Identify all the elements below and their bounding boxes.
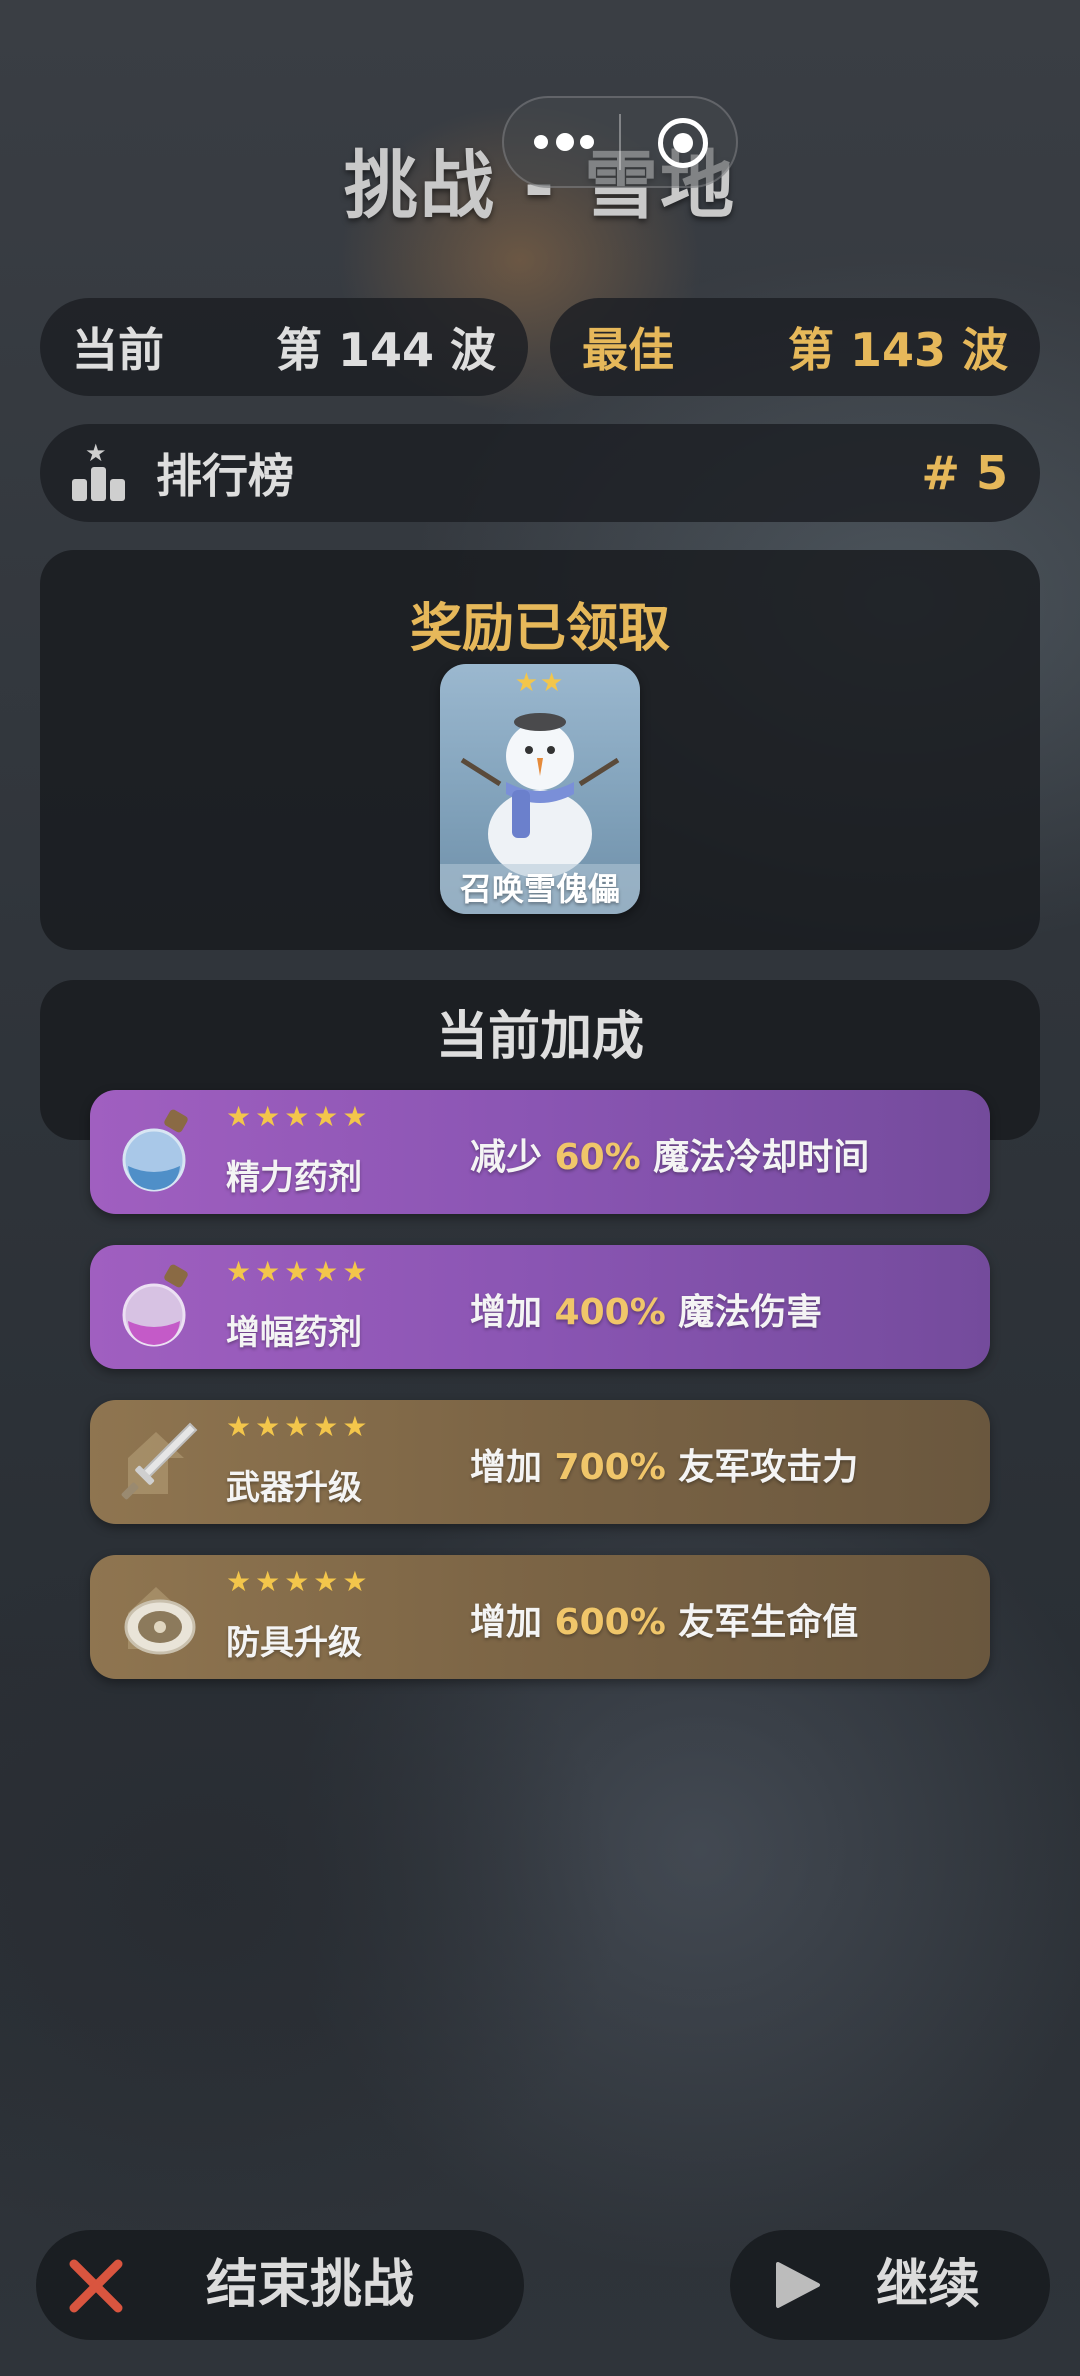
continue-button[interactable]: 继续	[730, 2230, 1050, 2340]
bonus-title: 当前加成	[435, 1007, 644, 1067]
reward-title: 奖励已领取	[409, 599, 670, 659]
reward-card-label: 召唤雪傀儡	[440, 864, 640, 914]
row-stars: ★★★★★	[226, 1410, 372, 1443]
close-icon	[69, 2259, 123, 2313]
bonus-name: 武器升级	[226, 1468, 362, 1508]
bonus-description: 减少 60% 魔法冷却时间	[470, 1137, 870, 1178]
bonus-name: 防具升级	[226, 1623, 362, 1663]
bonus-value: 700%	[554, 1447, 666, 1488]
end-challenge-button[interactable]: 结束挑战	[36, 2230, 524, 2340]
bonus-row: ★★★★★ 精力药剂 减少 60% 魔法冷却时间	[90, 1090, 990, 1214]
bonus-description: 增加 400% 魔法伤害	[470, 1292, 823, 1333]
best-wave-pill: 最佳 第 143 波	[550, 298, 1040, 396]
bonus-name: 精力药剂	[226, 1158, 362, 1198]
bonus-value: 60%	[554, 1137, 641, 1178]
sword-upgrade-icon	[121, 1422, 198, 1500]
leaderboard-rank: # 5	[921, 446, 1008, 500]
bonus-description: 增加 600% 友军生命值	[470, 1602, 859, 1643]
current-wave-value: 第 144 波	[275, 323, 496, 377]
current-label: 当前	[72, 323, 164, 377]
more-menu-icon[interactable]	[534, 132, 594, 152]
capsule-close-icon[interactable]	[658, 118, 708, 168]
leaderboard-label: 排行榜	[156, 449, 294, 503]
play-icon	[776, 2262, 820, 2308]
bonus-value: 400%	[554, 1292, 666, 1333]
current-wave-pill: 当前 第 144 波	[40, 298, 528, 396]
continue-label: 继续	[876, 2255, 981, 2315]
blue-potion-icon	[122, 1109, 188, 1192]
row-stars: ★★★★★	[226, 1565, 372, 1598]
capsule-divider	[619, 114, 621, 170]
purple-potion-icon	[122, 1264, 188, 1347]
bonus-name: 增幅药剂	[226, 1313, 362, 1353]
bonus-row: ★★★★★ 武器升级 增加 700% 友军攻击力	[90, 1400, 990, 1524]
shield-upgrade-icon	[124, 1587, 196, 1655]
leaderboard-button[interactable]: ★ 排行榜 # 5	[40, 424, 1040, 522]
row-stars: ★★★★★	[226, 1100, 372, 1133]
podium-icon: ★	[72, 439, 126, 501]
bonus-row: ★★★★★ 防具升级 增加 600% 友军生命值	[90, 1555, 990, 1679]
bonus-value: 600%	[554, 1602, 666, 1643]
reward-card[interactable]: ★★ 召唤雪傀儡	[440, 664, 640, 914]
end-challenge-label: 结束挑战	[206, 2255, 415, 2315]
best-label: 最佳	[582, 323, 674, 377]
bonus-row: ★★★★★ 增幅药剂 增加 400% 魔法伤害	[90, 1245, 990, 1369]
bonus-description: 增加 700% 友军攻击力	[470, 1447, 859, 1488]
row-stars: ★★★★★	[226, 1255, 372, 1288]
best-wave-value: 第 143 波	[787, 323, 1008, 377]
